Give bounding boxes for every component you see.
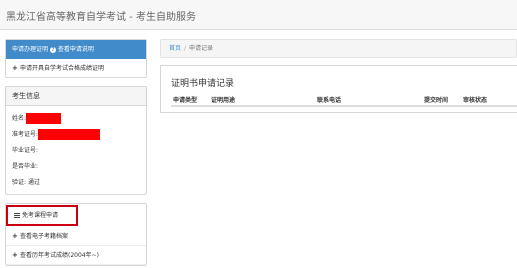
apply-certificate-link[interactable]: + 申请开具自学考试合格成绩证明 [6,59,146,77]
info-row-graduated: 是否毕业: [12,159,140,175]
page-header: 黑龙江省高等教育自学考试 - 考生自助服务 [0,0,517,30]
question-icon: ? [49,46,56,53]
info-label: 是否毕业: [12,163,39,170]
menu-item-archive[interactable]: + 查看电子考籍档案 [6,227,146,246]
breadcrumb-separator: / [184,45,187,52]
plus-icon: + [12,251,18,259]
info-row-diploma-number: 毕业证号: [12,143,140,159]
breadcrumb-current: 申请记录 [189,45,214,52]
list-icon [14,213,20,218]
menu-item-label: 免考课程申请 [22,212,59,219]
plus-icon: + [12,232,18,240]
student-info-title: 考生信息 [6,87,146,106]
apply-certificate-label: 申请开具自学考试合格成绩证明 [20,65,105,72]
apply-instructions-link[interactable]: 查看申请说明 [58,46,94,53]
info-row-exam-number: 准考证号: [12,127,140,143]
menu-item-label: 查看电子考籍档案 [20,233,69,240]
info-label: 毕业证号: [12,147,39,154]
redacted-block [26,113,62,124]
main-content: 首页 / 申请记录 证明书申请记录 申请类型 证明用途 联系电话 提交时间 审核状态 [160,39,517,113]
menu-item-exemption[interactable]: 免考课程申请 [6,205,78,226]
verification-value: 通过 [27,179,40,186]
column-header: 审核状态 [463,97,488,104]
plus-icon: + [12,64,18,72]
menu-item-label: 查看历年考试成绩(2004年~) [20,252,99,259]
records-table-header: 申请类型 证明用途 联系电话 提交时间 审核状态 [171,95,517,107]
breadcrumb: 首页 / 申请记录 [160,39,517,58]
column-header: 提交时间 [424,97,449,104]
column-header: 证明用途 [211,97,236,104]
sidebar: 申请办理证明 ? 查看申请说明 + 申请开具自学考试合格成绩证明 考生信息 姓名:… [5,39,147,266]
redacted-block [38,129,101,140]
column-header: 申请类型 [173,97,198,104]
apply-panel: 申请办理证明 ? 查看申请说明 + 申请开具自学考试合格成绩证明 [5,39,147,78]
info-label: 准考证号: [12,131,39,138]
info-label: 验证: [12,179,27,186]
column-header: 联系电话 [317,97,342,104]
services-menu: 免考课程申请 + 查看电子考籍档案 + 查看历年考试成绩(2004年~) [5,203,147,266]
info-row-verification: 验证: 通过 [12,175,140,191]
app-title: 黑龙江省高等教育自学考试 - 考生自助服务 [6,12,196,23]
breadcrumb-home-link[interactable]: 首页 [169,45,181,52]
records-title: 证明书申请记录 [171,79,235,89]
records-panel: 证明书申请记录 申请类型 证明用途 联系电话 提交时间 审核状态 [160,65,517,113]
menu-item-scores[interactable]: + 查看历年考试成绩(2004年~) [6,246,146,265]
student-info-panel: 考生信息 姓名: 准考证号: 毕业证号: 是否毕业: 验证: 通过 [5,86,147,195]
apply-panel-header: 申请办理证明 ? 查看申请说明 [6,40,146,59]
info-label: 姓名: [12,115,27,122]
info-row-name: 姓名: [12,111,140,127]
apply-panel-title: 申请办理证明 [12,46,49,53]
